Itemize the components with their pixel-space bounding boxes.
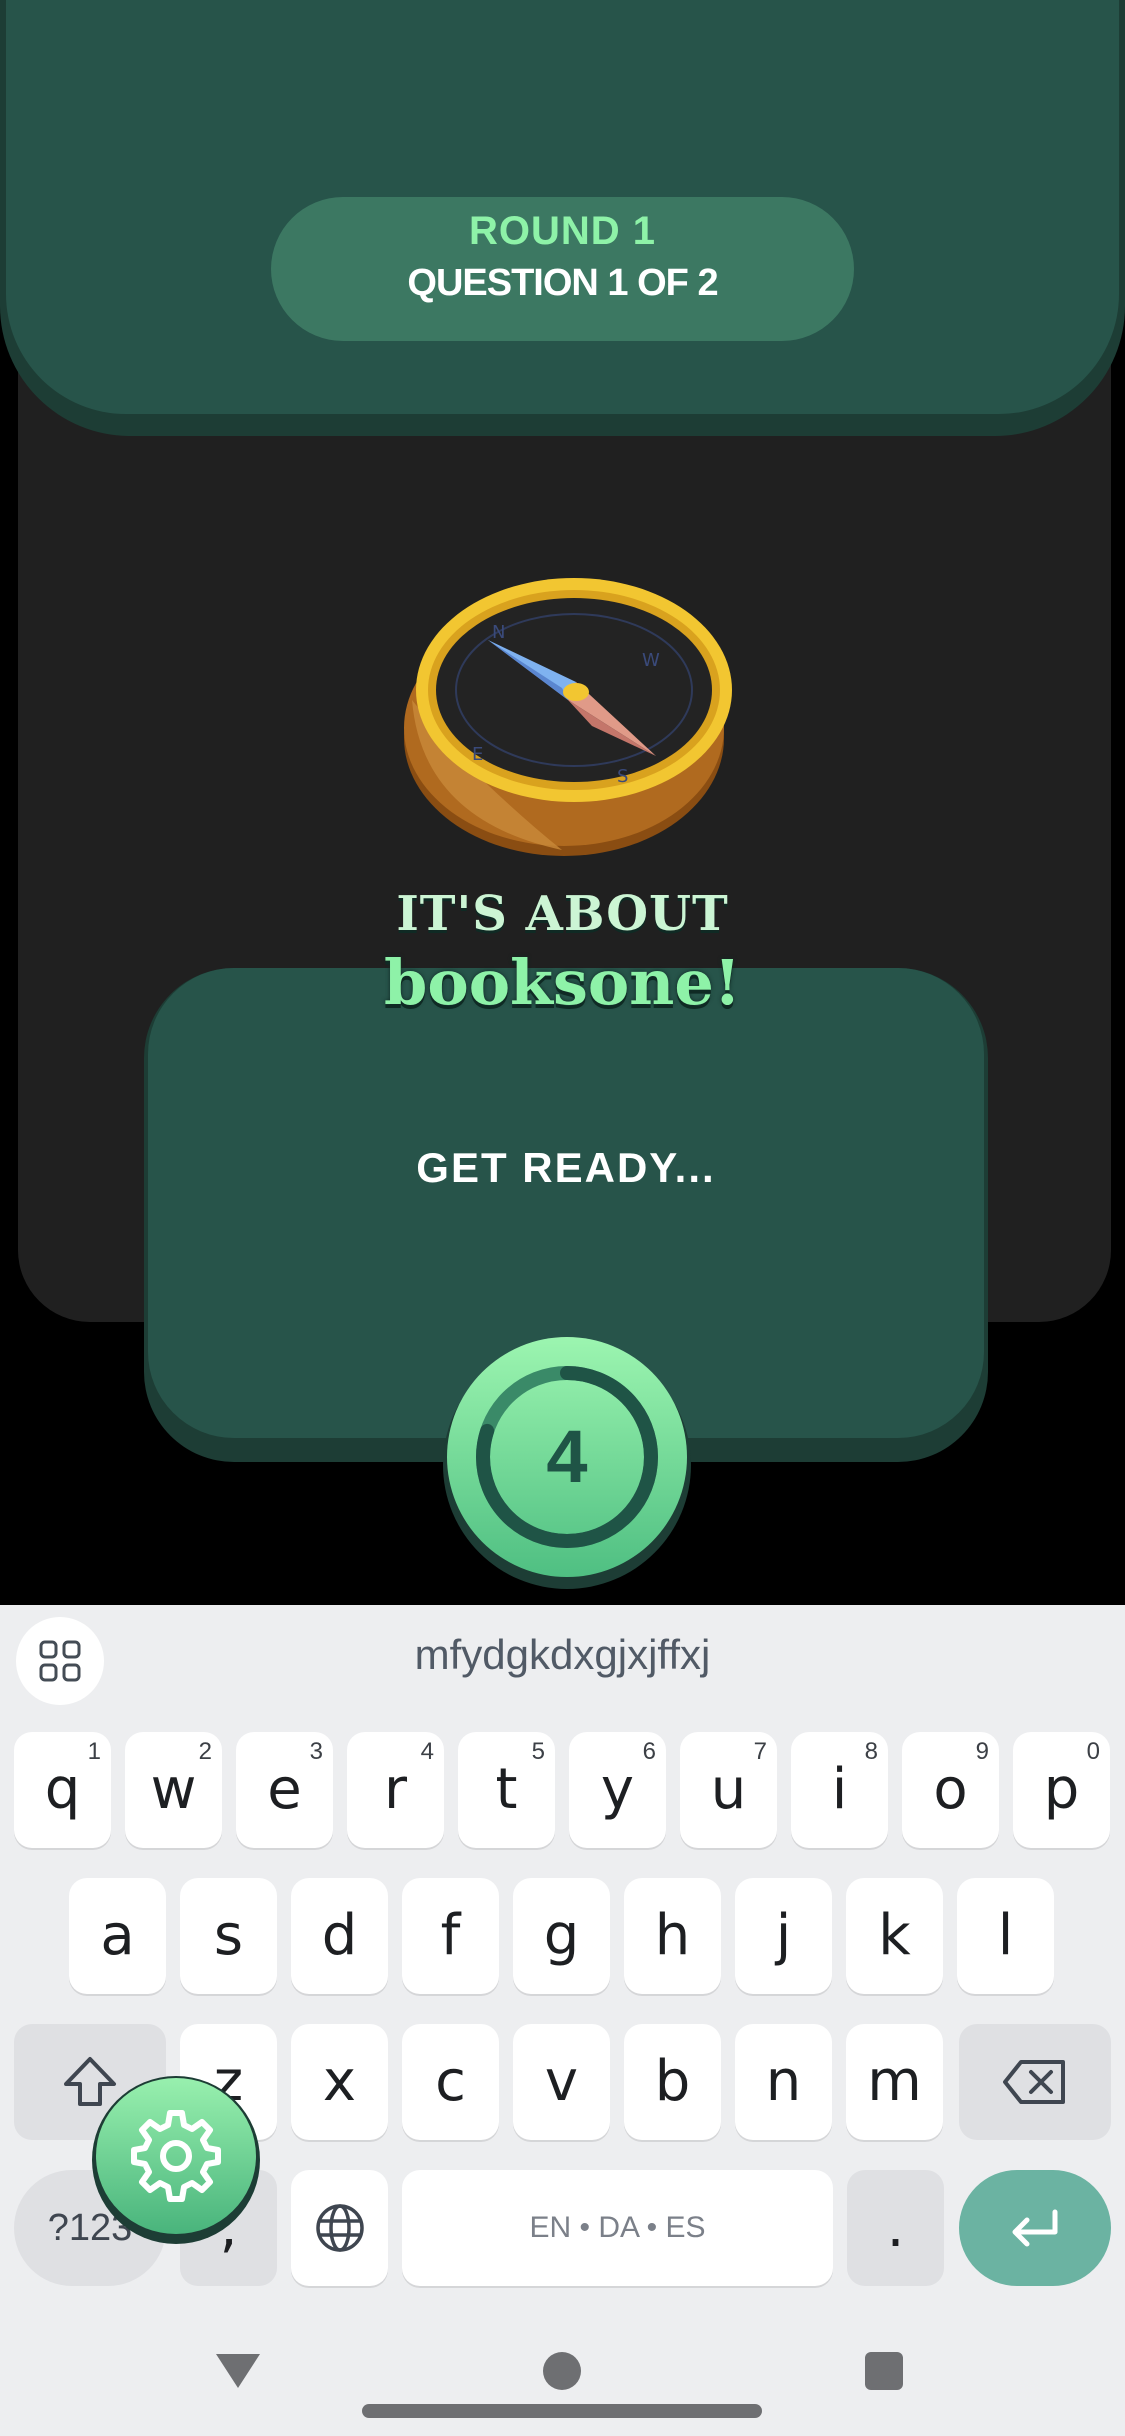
- backspace-icon: [1003, 2060, 1065, 2104]
- key-w[interactable]: w2: [125, 1732, 222, 1848]
- key-u[interactable]: u7: [680, 1732, 777, 1848]
- key-n[interactable]: n: [735, 2024, 832, 2140]
- grid-icon: [39, 1640, 81, 1682]
- key-q[interactable]: q1: [14, 1732, 111, 1848]
- key-p[interactable]: p0: [1013, 1732, 1110, 1848]
- keyboard: mfydgkdxgjxjffxj q1 w2 e3 r4 t5 y6 u7 i8…: [0, 1605, 1125, 2436]
- topic-title: booksone!: [383, 946, 741, 1019]
- key-s[interactable]: s: [180, 1878, 277, 1994]
- back-icon[interactable]: [216, 2354, 260, 2388]
- compass-icon: N W E S: [404, 578, 732, 856]
- countdown-number: 4: [546, 1415, 587, 1498]
- key-f[interactable]: f: [402, 1878, 499, 1994]
- topic-intro-label: IT'S ABOUT: [396, 886, 729, 942]
- key-t[interactable]: t5: [458, 1732, 555, 1848]
- key-v[interactable]: v: [513, 2024, 610, 2140]
- key-d[interactable]: d: [291, 1878, 388, 1994]
- key-c[interactable]: c: [402, 2024, 499, 2140]
- svg-text:E: E: [472, 744, 483, 765]
- enter-icon: [1012, 2209, 1058, 2247]
- status-text: GET READY...: [416, 1144, 716, 1191]
- svg-text:N: N: [492, 622, 505, 643]
- key-o[interactable]: o9: [902, 1732, 999, 1848]
- key-b[interactable]: b: [624, 2024, 721, 2140]
- suggestion-word[interactable]: mfydgkdxgjxjffxj: [120, 1631, 1005, 1679]
- settings-button-face: [96, 2078, 256, 2234]
- round-pill: ROUND 1 QUESTION 1 OF 2: [271, 197, 854, 341]
- recents-icon[interactable]: [865, 2352, 903, 2390]
- key-g[interactable]: g: [513, 1878, 610, 1994]
- svg-text:W: W: [642, 650, 660, 671]
- svg-text:S: S: [617, 766, 628, 787]
- key-j[interactable]: j: [735, 1878, 832, 1994]
- shift-icon: [64, 2057, 116, 2106]
- question-counter: QUESTION 1 OF 2: [407, 262, 718, 304]
- globe-icon: [315, 2204, 364, 2252]
- suggestions-grid-button[interactable]: [16, 1617, 104, 1705]
- key-l[interactable]: l: [957, 1878, 1054, 1994]
- key-e[interactable]: e3: [236, 1732, 333, 1848]
- space-key[interactable]: EN • DA • ES: [402, 2170, 833, 2286]
- key-a[interactable]: a: [69, 1878, 166, 1994]
- key-x[interactable]: x: [291, 2024, 388, 2140]
- backspace-key[interactable]: [959, 2024, 1111, 2140]
- countdown-timer: 4: [443, 1337, 691, 1589]
- settings-button[interactable]: [92, 2076, 260, 2244]
- key-y[interactable]: y6: [569, 1732, 666, 1848]
- key-r[interactable]: r4: [347, 1732, 444, 1848]
- gear-icon: [131, 2110, 221, 2202]
- language-key[interactable]: [291, 2170, 388, 2286]
- home-icon[interactable]: [543, 2352, 581, 2390]
- round-label: ROUND 1: [468, 209, 657, 253]
- enter-key[interactable]: [959, 2170, 1111, 2286]
- key-k[interactable]: k: [846, 1878, 943, 1994]
- key-i[interactable]: i8: [791, 1732, 888, 1848]
- period-key[interactable]: .: [847, 2170, 944, 2286]
- key-m[interactable]: m: [846, 2024, 943, 2140]
- game-area: ROUND 1 QUESTION 1 OF 2 N W E S IT'S ABO…: [0, 0, 1125, 1605]
- navigation-bar: [0, 2318, 1125, 2436]
- gesture-handle[interactable]: [362, 2404, 762, 2418]
- key-h[interactable]: h: [624, 1878, 721, 1994]
